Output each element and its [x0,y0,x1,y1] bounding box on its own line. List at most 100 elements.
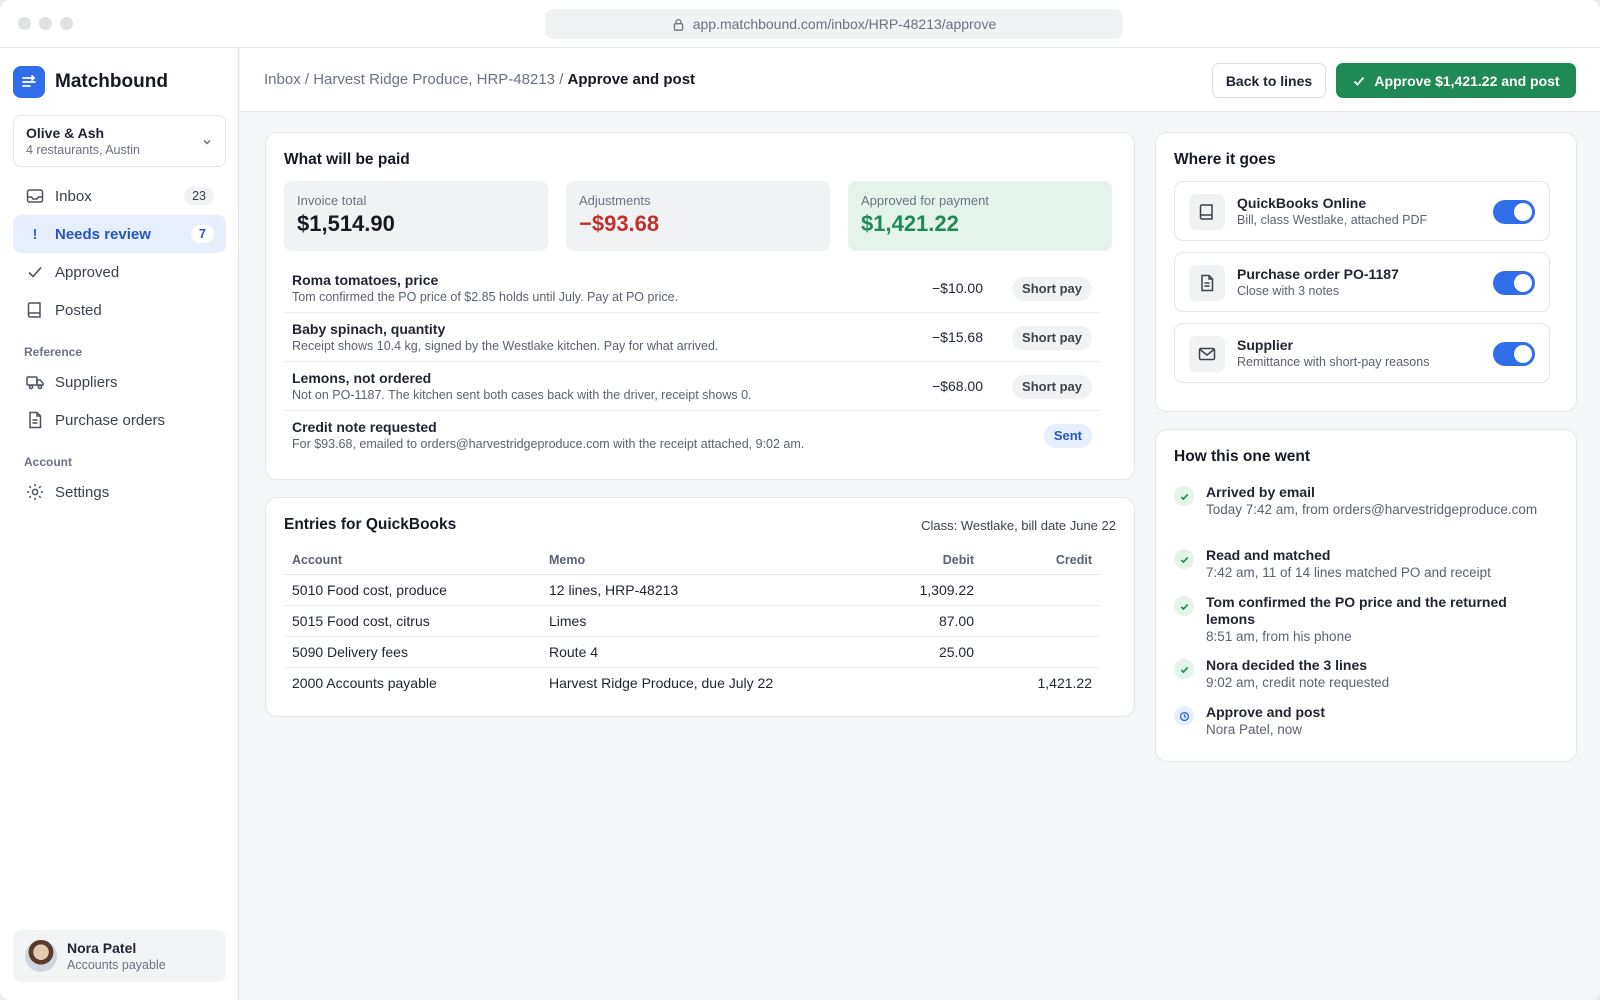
cell-account: 2000 Accounts payable [292,674,437,691]
adjustment-amount: −$10.00 [932,280,983,296]
cell-credit [982,574,1100,606]
step-subtitle: Today 7:42 am, from orders@harvestridgep… [1206,502,1538,517]
short-pay-tag[interactable]: Short pay [1012,375,1092,399]
where-it-goes-card: Where it goes QuickBooks Online Bill, cl… [1155,132,1577,412]
brand[interactable]: Matchbound [13,66,168,98]
cell-credit: 1,421.22 [1037,674,1093,691]
avatar [25,940,57,972]
sidebar-item-needs-review[interactable]: ! Needs review 7 [13,215,226,253]
stat-value: $1,514.90 [297,211,395,236]
adjustment-amount: −$68.00 [932,378,983,394]
check-circle-icon [1174,486,1194,506]
sidebar-item-purchase-orders[interactable]: Purchase orders [13,401,226,439]
close-window-button[interactable] [18,17,31,30]
short-pay-tag[interactable]: Short pay [1012,326,1092,350]
inbox-icon [26,189,44,203]
card-title: Entries for QuickBooks [284,516,457,533]
cell-account: 5090 Delivery fees [284,636,541,668]
adjustment-row[interactable]: Roma tomatoes, price Tom confirmed the P… [284,265,1100,313]
destination-subtitle: Bill, class Westlake, attached PDF [1237,213,1428,227]
column-header-memo: Memo [541,546,841,575]
org-name: Olive & Ash [26,125,105,141]
breadcrumb-inbox[interactable]: Inbox [264,71,301,88]
cell-memo: Limes [541,605,841,637]
back-to-lines-button[interactable]: Back to lines [1212,63,1326,98]
approve-and-post-button[interactable]: Approve $1,421.22 and post [1336,63,1576,98]
short-pay-tag[interactable]: Short pay [1012,277,1092,301]
maximize-window-button[interactable] [60,17,73,30]
stat-value: $1,421.22 [861,211,959,236]
sidebar-item-suppliers[interactable]: Suppliers [13,363,226,401]
history-card: How this one went Arrived by email Today… [1155,429,1577,762]
cell-debit [841,667,982,698]
destination-subtitle: Remittance with short-pay reasons [1237,355,1430,369]
sidebar-item-label: Approved [55,263,120,281]
adjustments-stat: Adjustments −$93.68 [566,181,830,251]
card-title: What will be paid [284,151,410,168]
entries-table: Account Memo Debit Credit 5010 Food cost… [284,546,1100,698]
sidebar-item-settings[interactable]: Settings [13,473,226,511]
column-header-debit: Debit [841,546,982,575]
quickbooks-entries-card: Entries for QuickBooks Class: Westlake, … [265,497,1135,717]
sidebar: Matchbound Olive & Ash 4 restaurants, Au… [0,48,239,1000]
page-header: Inbox / Harvest Ridge Produce, HRP-48213… [240,48,1600,112]
purchase-order-toggle[interactable] [1493,271,1535,295]
org-subtitle: 4 restaurants, Austin [26,143,140,157]
breadcrumb-invoice[interactable]: Harvest Ridge Produce, HRP-48213 [313,71,555,88]
supplier-toggle[interactable] [1493,342,1535,366]
adjustment-title: Baby spinach, quantity [292,321,446,337]
window-controls [18,17,73,30]
sidebar-item-label: Needs review [55,225,151,243]
chevron-down-icon [203,139,211,145]
payment-summary-card: What will be paid Invoice total $1,514.9… [265,132,1135,480]
section-heading-account: Account [24,455,72,469]
cell-debit: 1,309.22 [841,574,982,606]
adjustment-row[interactable]: Credit note requested For $93.68, emaile… [284,412,1100,460]
breadcrumb: Inbox / Harvest Ridge Produce, HRP-48213… [264,71,695,88]
sidebar-item-inbox[interactable]: Inbox 23 [13,177,226,215]
adjustment-row[interactable]: Baby spinach, quantity Receipt shows 10.… [284,314,1100,362]
cell-credit [982,605,1100,637]
adjustment-title: Lemons, not ordered [292,370,432,386]
document-icon [29,411,42,429]
table-row: 5010 Food cost, produce 12 lines, HRP-48… [284,574,1100,606]
destination-title: QuickBooks Online [1237,195,1367,211]
org-switcher[interactable]: Olive & Ash 4 restaurants, Austin [13,115,226,167]
step-subtitle: 9:02 am, credit note requested [1206,675,1390,690]
sidebar-item-posted[interactable]: Posted [13,291,226,329]
step-subtitle: 8:51 am, from his phone [1206,629,1352,644]
step-title: Nora decided the 3 lines [1206,657,1368,673]
table-row: 5090 Delivery fees Route 4 25.00 [284,636,1100,668]
adjustment-description: For $93.68, emailed to orders@harvestrid… [292,437,805,451]
stat-label: Invoice total [297,193,367,208]
clock-icon [1174,706,1194,726]
breadcrumb-separator: / [304,71,310,88]
document-icon [1189,265,1225,301]
adjustment-row[interactable]: Lemons, not ordered Not on PO-1187. The … [284,363,1100,411]
check-icon [28,266,42,278]
cell-debit: 87.00 [841,605,982,637]
minimize-window-button[interactable] [39,17,52,30]
user-name: Nora Patel [67,940,137,956]
cell-credit [982,636,1100,668]
user-profile[interactable]: Nora Patel Accounts payable [13,930,226,982]
step-title: Tom confirmed the PO price and the retur… [1206,594,1507,627]
step-title: Arrived by email [1206,484,1315,500]
book-icon [27,302,41,318]
truck-icon [26,376,44,390]
sidebar-item-approved[interactable]: Approved [13,253,226,291]
destination-subtitle: Close with 3 notes [1237,284,1340,298]
sidebar-item-label: Inbox [55,187,92,205]
adjustment-title: Credit note requested [292,419,437,435]
check-circle-icon [1174,596,1194,616]
needs-review-count-badge: 7 [191,225,214,243]
address-bar[interactable]: app.matchbound.com/inbox/HRP-48213/appro… [545,9,1123,39]
cell-memo: Harvest Ridge Produce, due July 22 [549,674,774,691]
approved-for-payment-stat: Approved for payment $1,421.22 [848,181,1112,251]
check-circle-icon [1174,549,1194,569]
app-window: app.matchbound.com/inbox/HRP-48213/appro… [0,0,1600,1000]
adjustment-description: Receipt shows 10.4 kg, signed by the Wes… [292,339,719,353]
step-subtitle: Nora Patel, now [1206,722,1303,737]
quickbooks-toggle[interactable] [1493,200,1535,224]
destination-title: Supplier [1237,337,1294,353]
